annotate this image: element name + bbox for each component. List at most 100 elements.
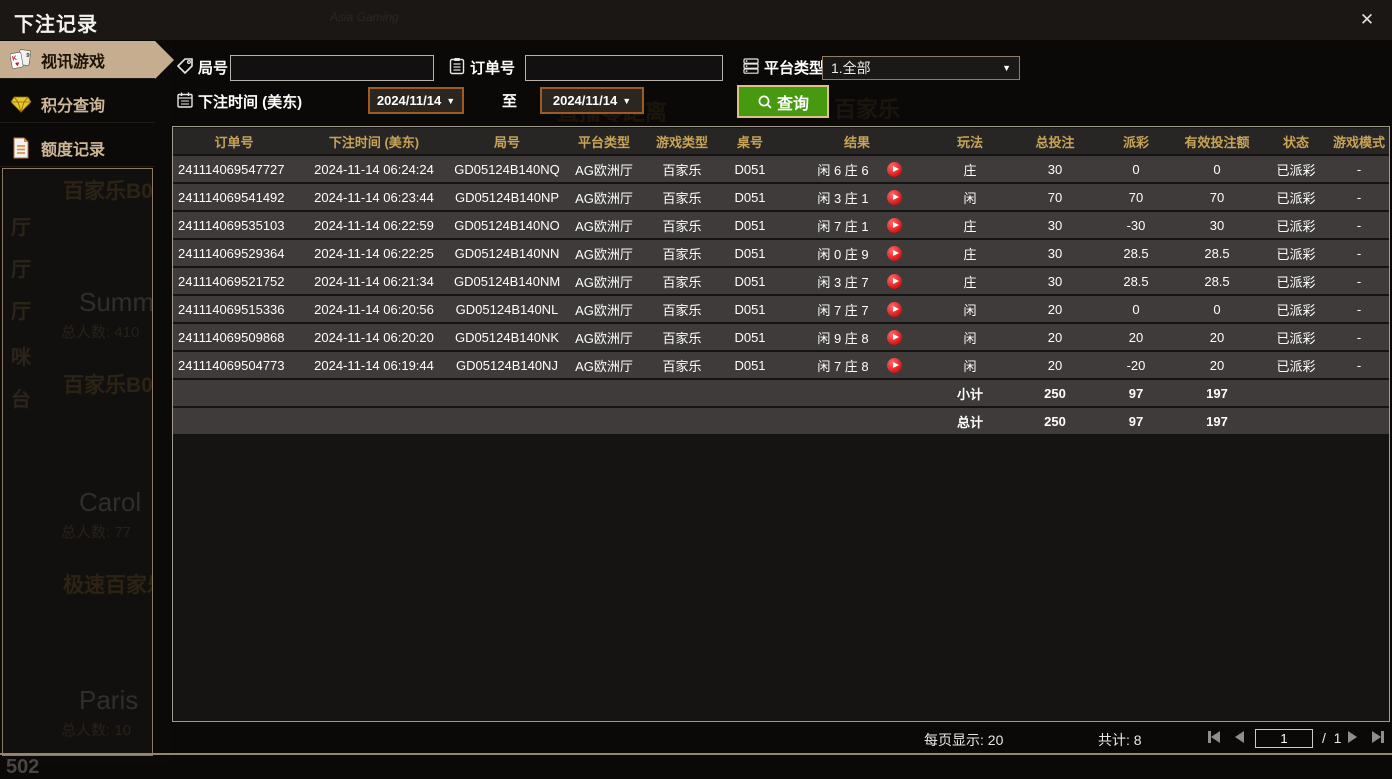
play-video-icon[interactable] [887,189,902,205]
status-cell: 已派彩 [1263,240,1329,266]
play-video-icon[interactable] [887,329,902,345]
table-row[interactable]: 241114069541492 2024-11-14 06:23:44 GD0512… [173,184,1389,210]
background-bleed-text: 极速百家乐B [63,574,152,597]
order-number-input[interactable] [525,55,723,81]
status-cell: 已派彩 [1263,184,1329,210]
empty-cell [1263,408,1329,434]
search-button-label: 查询 [776,95,809,113]
total-bet-cell: 20 [1009,324,1101,350]
game-type-cell: 百家乐 [647,184,717,210]
date-to-picker[interactable]: 2024/11/14 ▼ [540,87,644,114]
background-bleed-panel: 百家乐B01 Summer 总人数: 410 百家乐B03 Carol 总人数: 77 极速… [2,168,153,756]
round-id-cell: GD05124B140NO [453,212,561,238]
play-video-icon[interactable] [887,301,902,317]
search-button[interactable]: 查询 [737,85,829,118]
result-cell: 闲 7 庄 7 [783,296,931,322]
first-page-button[interactable] [1208,731,1220,743]
game-type-cell: 百家乐 [647,296,717,322]
platform-type-select[interactable]: 1.全部 ▼ [822,56,1020,80]
sidebar-tab-video-games[interactable]: 9 K ♥ 视讯游戏 [0,41,174,79]
round-id-cell: GD05124B140NN [453,240,561,266]
result-text: 闲 3 庄 7 [817,274,869,290]
order-id-cell: 241114069509868 [173,324,295,350]
sidebar-tab-points-query[interactable]: 积分查询 [0,85,155,123]
game-mode-cell: - [1329,156,1389,182]
table-number-cell: D051 [717,268,783,294]
result-cell: 闲 0 庄 9 [783,240,931,266]
filter-bar: 直播零距离 百家乐 局号 订单号 平台类型 1.全部 ▼ 下注时间 (美东) [172,40,1392,126]
bet-time-cell: 2024-11-14 06:22:25 [295,240,453,266]
grand-total-row: 总计 250 97 197 [173,408,1389,434]
column-header: 总投注 [1009,128,1101,154]
last-page-button[interactable] [1372,731,1384,743]
status-cell: 已派彩 [1263,324,1329,350]
page-number-input[interactable]: 1 [1255,729,1313,748]
result-text: 闲 0 庄 9 [817,246,869,262]
empty-cell [783,380,931,406]
column-header: 游戏类型 [647,128,717,154]
valid-bet-cell: 30 [1171,212,1263,238]
bet-time-cell: 2024-11-14 06:24:24 [295,156,453,182]
valid-bet-cell: 28.5 [1171,268,1263,294]
game-mode-cell: - [1329,268,1389,294]
sidebar: 9 K ♥ 视讯游戏 积分查询 额度记录 百家乐B01 Summer 总人数: 41… [0,40,174,765]
empty-cell [561,408,647,434]
table-number-cell: D051 [717,296,783,322]
document-icon [13,137,29,158]
payout-cell: 20 [1101,324,1171,350]
bet-on-cell: 庄 [931,212,1009,238]
result-text: 闲 7 庄 1 [817,218,869,234]
game-mode-cell: - [1329,352,1389,378]
sidebar-tab-quota-records[interactable]: 额度记录 [0,129,155,167]
table-row[interactable]: 241114069504773 2024-11-14 06:19:44 GD0512… [173,352,1389,378]
table-row[interactable]: 241114069509868 2024-11-14 06:20:20 GD0512… [173,324,1389,350]
play-video-icon[interactable] [887,273,902,289]
status-cell: 已派彩 [1263,296,1329,322]
valid-bet-cell: 28.5 [1171,240,1263,266]
play-video-icon[interactable] [887,245,902,261]
round-number-input[interactable] [230,55,434,81]
prev-page-button[interactable] [1235,731,1244,743]
total-bet-cell: 20 [1009,352,1101,378]
empty-cell [561,380,647,406]
order-id-cell: 241114069504773 [173,352,295,378]
payout-sum-cell: 97 [1101,408,1171,434]
table-row[interactable]: 241114069521752 2024-11-14 06:21:34 GD0512… [173,268,1389,294]
game-mode-cell: - [1329,296,1389,322]
background-bleed-text: Summer [79,287,153,317]
background-text-fragment: 台 [11,389,31,411]
column-header: 平台类型 [561,128,647,154]
result-cell: 闲 3 庄 7 [783,268,931,294]
next-page-button[interactable] [1348,731,1357,743]
empty-cell [1329,380,1389,406]
chevron-down-icon: ▼ [1002,63,1011,73]
per-page-label: 每页显示: 20 [924,732,1004,748]
table-row[interactable]: 241114069547727 2024-11-14 06:24:24 GD0512… [173,156,1389,182]
order-id-cell: 241114069535103 [173,212,295,238]
result-cell: 闲 6 庄 6 [783,156,931,182]
game-type-cell: 百家乐 [647,156,717,182]
table-row[interactable]: 241114069535103 2024-11-14 06:22:59 GD0512… [173,212,1389,238]
order-id-cell: 241114069547727 [173,156,295,182]
table-number-cell: D051 [717,184,783,210]
result-cell: 闲 9 庄 8 [783,324,931,350]
total-bet-sum-cell: 250 [1009,380,1101,406]
table-row[interactable]: 241114069515336 2024-11-14 06:20:56 GD0512… [173,296,1389,322]
play-video-icon[interactable] [887,357,902,373]
bet-on-cell: 闲 [931,352,1009,378]
brand-watermark: Asia Gaming [330,10,399,24]
game-type-cell: 百家乐 [647,212,717,238]
bet-time-cell: 2024-11-14 06:19:44 [295,352,453,378]
play-video-icon[interactable] [887,217,902,233]
tag-icon [176,58,193,75]
valid-bet-cell: 20 [1171,324,1263,350]
play-video-icon[interactable] [887,161,902,177]
status-cell: 已派彩 [1263,268,1329,294]
date-from-picker[interactable]: 2024/11/14 ▼ [368,87,464,114]
close-icon[interactable]: ✕ [1356,9,1378,31]
bet-on-cell: 庄 [931,156,1009,182]
payout-cell: 0 [1101,296,1171,322]
game-mode-cell: - [1329,212,1389,238]
table-row[interactable]: 241114069529364 2024-11-14 06:22:25 GD0512… [173,240,1389,266]
empty-cell [295,408,453,434]
